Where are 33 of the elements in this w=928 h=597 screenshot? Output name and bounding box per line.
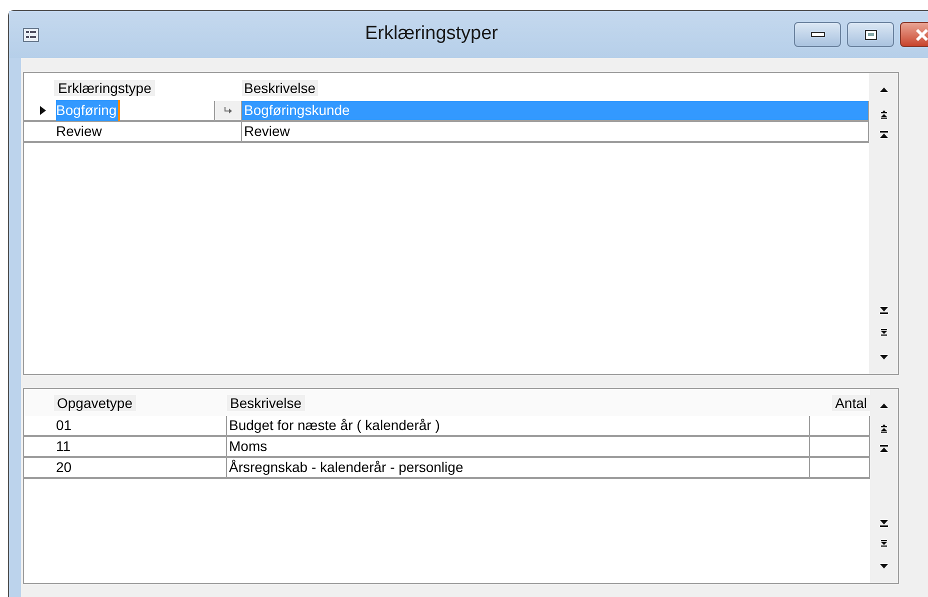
arrow-icon: [224, 106, 232, 115]
page-down-icon[interactable]: [878, 328, 888, 338]
scroll-up-icon[interactable]: [879, 401, 889, 411]
first-record-icon[interactable]: [879, 445, 889, 455]
column-header[interactable]: Opgavetype: [54, 395, 136, 411]
form-icon[interactable]: [23, 28, 39, 42]
table-cell[interactable]: Årsregnskab - kalenderår - personlige: [227, 458, 810, 477]
scroll-down-icon[interactable]: [878, 352, 888, 362]
minimize-button[interactable]: [794, 22, 841, 47]
scroll-up-icon[interactable]: [878, 85, 888, 95]
first-record-icon[interactable]: [878, 131, 888, 141]
table-cell[interactable]: Budget for næste år ( kalenderår ): [227, 416, 810, 435]
close-icon: [915, 28, 928, 40]
minimize-icon: [810, 32, 824, 37]
page-down-icon[interactable]: [879, 539, 889, 549]
drill-down-button[interactable]: [214, 101, 241, 120]
page-up-icon[interactable]: [878, 109, 888, 119]
page-up-icon[interactable]: [879, 423, 889, 433]
column-header[interactable]: Antal: [832, 395, 870, 411]
table-cell[interactable]: Review: [54, 122, 241, 141]
last-record-icon[interactable]: [879, 517, 889, 527]
last-record-icon[interactable]: [878, 304, 888, 314]
scroll-down-icon[interactable]: [879, 561, 889, 571]
column-header[interactable]: Beskrivelse: [242, 80, 318, 96]
window-title: Erklæringstyper: [364, 22, 498, 46]
column-header[interactable]: Beskrivelse: [227, 395, 305, 411]
maximize-button[interactable]: [847, 22, 894, 47]
table-cell[interactable]: 11: [54, 437, 227, 456]
table-cell[interactable]: 01: [54, 416, 227, 435]
maximize-icon: [864, 30, 876, 40]
table-cell[interactable]: 20: [54, 458, 227, 477]
table-cell[interactable]: Moms: [227, 437, 810, 456]
column-header[interactable]: Erklæringstype: [54, 80, 156, 96]
